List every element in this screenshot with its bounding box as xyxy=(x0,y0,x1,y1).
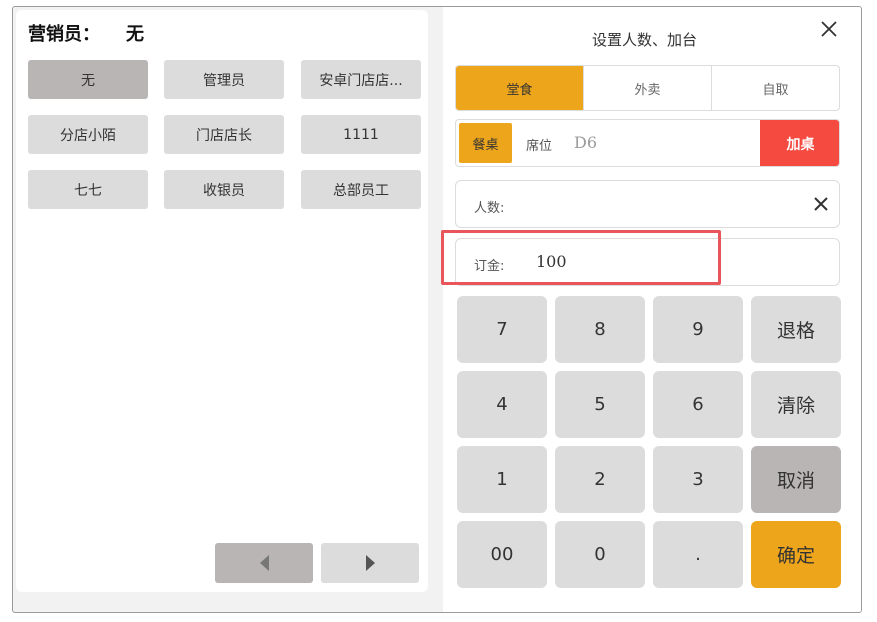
table-row: 餐桌 席位 D6 加桌 xyxy=(455,119,840,167)
confirm-button[interactable]: 确定 xyxy=(751,521,841,588)
close-button[interactable] xyxy=(818,18,840,40)
key-7[interactable]: 7 xyxy=(457,296,547,363)
staff-button-cashier[interactable]: 收银员 xyxy=(164,170,284,209)
staff-button-store-manager[interactable]: 门店店长 xyxy=(164,115,284,154)
seat-label: 席位 xyxy=(526,139,553,154)
add-table-button[interactable]: 加桌 xyxy=(760,120,839,166)
staff-button-1111[interactable]: 1111 xyxy=(301,115,421,154)
table-tag: 餐桌 xyxy=(459,123,512,163)
staff-button-branch[interactable]: 分店小陌 xyxy=(28,115,148,154)
key-00[interactable]: 00 xyxy=(457,521,547,588)
key-0[interactable]: 0 xyxy=(555,521,645,588)
marketer-label: 营销员： xyxy=(28,24,100,45)
key-9[interactable]: 9 xyxy=(653,296,743,363)
backspace-button[interactable]: 退格 xyxy=(751,296,841,363)
marketer-panel: 营销员： 无 无 管理员 安卓门店店... 分店小陌 门店店长 1111 七七 … xyxy=(16,10,428,592)
next-page-button[interactable] xyxy=(321,543,419,583)
seat-value: D6 xyxy=(574,133,598,152)
order-type-tabs: 堂食 外卖 自取 xyxy=(455,65,840,111)
key-2[interactable]: 2 xyxy=(555,446,645,513)
tab-pickup[interactable]: 自取 xyxy=(712,66,839,110)
clear-button[interactable]: 清除 xyxy=(751,371,841,438)
staff-button-admin[interactable]: 管理员 xyxy=(164,60,284,99)
key-6[interactable]: 6 xyxy=(653,371,743,438)
key-5[interactable]: 5 xyxy=(555,371,645,438)
cancel-button[interactable]: 取消 xyxy=(751,446,841,513)
key-1[interactable]: 1 xyxy=(457,446,547,513)
dialog-title: 设置人数、加台 xyxy=(591,31,697,49)
key-4[interactable]: 4 xyxy=(457,371,547,438)
deposit-highlight-annotation xyxy=(441,230,721,285)
key-decimal[interactable]: . xyxy=(653,521,743,588)
staff-button-none[interactable]: 无 xyxy=(28,60,148,99)
marketer-value: 无 xyxy=(126,24,144,45)
set-people-dialog: 营销员： 无 无 管理员 安卓门店店... 分店小陌 门店店长 1111 七七 … xyxy=(12,6,862,613)
key-8[interactable]: 8 xyxy=(555,296,645,363)
triangle-left-icon xyxy=(259,555,269,571)
staff-button-hq-staff[interactable]: 总部员工 xyxy=(301,170,421,209)
people-count-field[interactable]: 人数: xyxy=(455,180,840,228)
close-icon xyxy=(821,21,837,37)
people-settings-panel: 设置人数、加台 堂食 外卖 自取 餐桌 席位 D6 加桌 人数: 订金: 100… xyxy=(443,7,861,612)
key-3[interactable]: 3 xyxy=(653,446,743,513)
staff-button-qiqi[interactable]: 七七 xyxy=(28,170,148,209)
tab-dine-in[interactable]: 堂食 xyxy=(456,66,584,110)
clear-people-button[interactable] xyxy=(811,194,831,214)
close-icon xyxy=(814,197,828,211)
staff-button-android-store[interactable]: 安卓门店店... xyxy=(301,60,421,99)
tab-delivery[interactable]: 外卖 xyxy=(584,66,712,110)
previous-page-button[interactable] xyxy=(215,543,313,583)
people-count-label: 人数: xyxy=(474,201,505,216)
triangle-right-icon xyxy=(365,555,375,571)
